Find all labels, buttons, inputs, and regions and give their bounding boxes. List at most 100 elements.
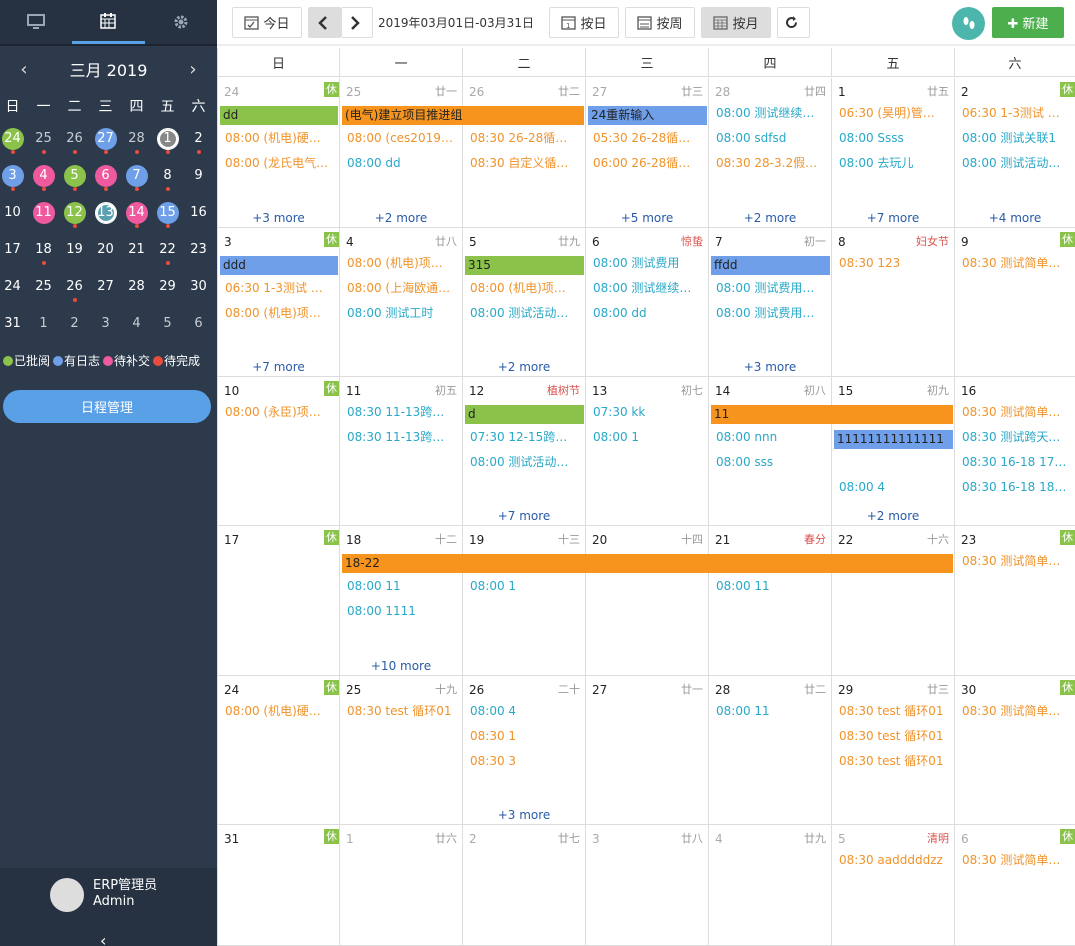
mini-calendar-day[interactable]: 27: [90, 268, 121, 305]
event-item[interactable]: 08:00 (机电)项…: [345, 254, 458, 272]
mini-calendar-day[interactable]: 3: [90, 305, 121, 342]
day-cell[interactable]: 4 廿八 08:00 (机电)项… 08:00 (上海欧通… 08:00 测试工时: [340, 228, 463, 377]
event-item[interactable]: 08:30 3: [468, 752, 581, 770]
day-cell[interactable]: 25 十九 08:30 test 循环01: [340, 676, 463, 825]
event-item[interactable]: 08:00 dd: [345, 154, 458, 172]
mini-calendar-day[interactable]: 15: [152, 194, 183, 231]
day-cell[interactable]: 22 十六: [832, 526, 955, 676]
mini-calendar-day[interactable]: 27: [90, 120, 121, 157]
event-item[interactable]: 08:00 (龙氏电气…: [223, 154, 335, 172]
event-item[interactable]: 06:30 (昊明)管…: [837, 104, 950, 122]
event-item[interactable]: 08:30 测试简单…: [960, 851, 1071, 869]
event-item[interactable]: 08:00 11: [345, 577, 458, 595]
day-cell[interactable]: 15 初九 08:00 4 +2 more: [832, 377, 955, 526]
mini-calendar-day[interactable]: 14: [121, 194, 152, 231]
mini-calendar-day[interactable]: 4: [121, 305, 152, 342]
day-cell[interactable]: 2 廿七: [463, 825, 586, 946]
day-cell[interactable]: 26 二十 08:00 4 08:30 1 08:30 3 +3 more: [463, 676, 586, 825]
prev-month-button[interactable]: ‹: [14, 59, 34, 80]
day-cell[interactable]: 19 十三 08:00 1: [463, 526, 586, 676]
event-item[interactable]: 08:00 sss: [714, 453, 827, 471]
event-bar[interactable]: 24重新输入: [588, 106, 707, 125]
event-item[interactable]: 08:30 自定义循…: [468, 154, 581, 172]
footprints-avatar[interactable]: [952, 7, 985, 40]
event-item[interactable]: 08:30 测试简单…: [960, 254, 1071, 272]
day-cell[interactable]: 3 休 06:30 1-3测试 … 08:00 (机电)项… +7 more: [218, 228, 340, 377]
event-item[interactable]: 08:00 测试关联1: [960, 129, 1071, 147]
mini-calendar-day[interactable]: 26: [59, 120, 90, 157]
more-link[interactable]: +2 more: [463, 360, 585, 374]
mini-calendar-day[interactable]: 26: [59, 268, 90, 305]
mini-calendar-day[interactable]: 19: [59, 231, 90, 268]
collapse-sidebar-button[interactable]: ‹: [100, 931, 106, 946]
event-item[interactable]: 08:30 aadddddzz: [837, 851, 950, 869]
next-period-button[interactable]: [341, 7, 373, 38]
day-cell[interactable]: 23 休 08:30 测试简单…: [955, 526, 1075, 676]
mini-calendar-day[interactable]: 10: [0, 194, 28, 231]
view-month-button[interactable]: 按月: [701, 7, 771, 38]
event-item[interactable]: 08:00 dd: [591, 304, 704, 322]
mini-calendar-day[interactable]: 24: [0, 120, 28, 157]
event-bar[interactable]: dd: [220, 106, 338, 125]
view-week-button[interactable]: 按周: [625, 7, 695, 38]
more-link[interactable]: +10 more: [340, 659, 462, 673]
day-cell[interactable]: 31 休: [218, 825, 340, 946]
event-item[interactable]: 08:30 test 循环01: [837, 727, 950, 745]
mini-calendar-day[interactable]: 6: [183, 305, 214, 342]
mini-calendar-day[interactable]: 11: [28, 194, 59, 231]
more-link[interactable]: +2 more: [709, 211, 831, 225]
mini-calendar-day[interactable]: 2: [183, 120, 214, 157]
day-cell[interactable]: 28 廿二 08:00 11: [709, 676, 832, 825]
mini-calendar-day[interactable]: 13: [90, 194, 121, 231]
day-cell[interactable]: 9 休 08:30 测试简单…: [955, 228, 1075, 377]
event-item[interactable]: 08:30 1: [468, 727, 581, 745]
mini-calendar-day[interactable]: 25: [28, 268, 59, 305]
mini-calendar-day[interactable]: 1: [28, 305, 59, 342]
mini-calendar-day[interactable]: 31: [0, 305, 28, 342]
more-link[interactable]: +3 more: [463, 808, 585, 822]
day-cell[interactable]: 24 休 08:00 (机电)硬…: [218, 676, 340, 825]
more-link[interactable]: +2 more: [340, 211, 462, 225]
event-item[interactable]: 07:30 kk: [591, 403, 704, 421]
event-item[interactable]: 06:30 1-3测试 …: [960, 104, 1071, 122]
event-item[interactable]: 08:00 测试费用…: [714, 304, 827, 322]
day-cell[interactable]: 21 春分 08:00 11: [709, 526, 832, 676]
event-item[interactable]: 08:00 去玩儿: [837, 154, 950, 172]
event-bar[interactable]: ffdd: [711, 256, 830, 275]
event-item[interactable]: 08:00 1: [591, 428, 704, 446]
mini-calendar-day[interactable]: 30: [183, 268, 214, 305]
day-cell[interactable]: 5 廿九 08:00 (机电)项… 08:00 测试活动… +2 more: [463, 228, 586, 377]
more-link[interactable]: +2 more: [832, 509, 954, 523]
event-item[interactable]: 08:30 测试简单…: [960, 403, 1071, 421]
prev-period-button[interactable]: [308, 7, 341, 38]
event-item[interactable]: 08:00 1: [468, 577, 581, 595]
event-item[interactable]: 08:00 (机电)硬…: [223, 702, 335, 720]
day-cell[interactable]: 5 清明 08:30 aadddddzz: [832, 825, 955, 946]
mini-calendar-day[interactable]: 7: [121, 157, 152, 194]
event-item[interactable]: 08:00 4: [837, 478, 950, 496]
day-cell[interactable]: 17 休: [218, 526, 340, 676]
more-link[interactable]: +7 more: [218, 360, 339, 374]
event-item[interactable]: 05:30 26-28循…: [591, 129, 704, 147]
event-item[interactable]: 08:00 测试费用…: [714, 279, 827, 297]
day-cell[interactable]: 24 休 08:00 (机电)硬… 08:00 (龙氏电气… +3 more: [218, 78, 340, 228]
event-item[interactable]: 08:30 26-28循…: [468, 129, 581, 147]
day-cell[interactable]: 6 惊蛰 08:00 测试费用 08:00 测试继续… 08:00 dd: [586, 228, 709, 377]
day-cell[interactable]: 4 廿九: [709, 825, 832, 946]
event-item[interactable]: 06:00 26-28循…: [591, 154, 704, 172]
day-cell[interactable]: 13 初七 07:30 kk 08:00 1: [586, 377, 709, 526]
event-item[interactable]: 08:00 (永臣)项…: [223, 403, 335, 421]
mini-calendar-day[interactable]: 2: [59, 305, 90, 342]
view-day-button[interactable]: 1 按日: [549, 7, 619, 38]
event-item[interactable]: 08:30 测试简单…: [960, 552, 1071, 570]
event-item[interactable]: 08:30 测试跨天…: [960, 428, 1071, 446]
event-item[interactable]: 08:00 1111: [345, 602, 458, 620]
event-item[interactable]: 08:00 11: [714, 577, 827, 595]
day-cell[interactable]: 1 廿五 06:30 (昊明)管… 08:00 Ssss 08:00 去玩儿 +7 mor…: [832, 78, 955, 228]
day-cell[interactable]: 20 十四: [586, 526, 709, 676]
more-link[interactable]: +7 more: [463, 509, 585, 523]
more-link[interactable]: +4 more: [955, 211, 1075, 225]
tab-calendar[interactable]: [72, 0, 145, 44]
next-month-button[interactable]: ›: [183, 59, 203, 80]
event-item[interactable]: 08:00 测试费用: [591, 254, 704, 272]
